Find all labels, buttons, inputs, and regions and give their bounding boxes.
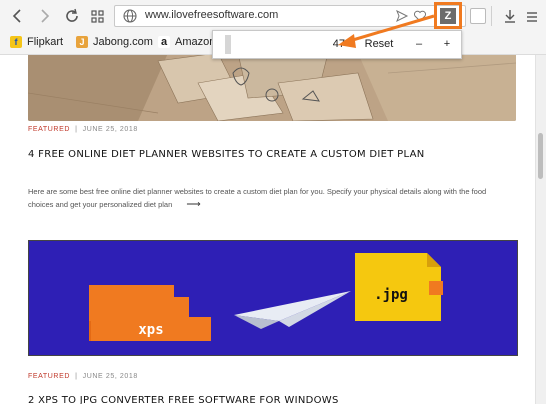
- post-image-xps-jpg[interactable]: xps .jpg: [28, 240, 518, 356]
- bookmark-label: Flipkart: [27, 36, 64, 48]
- jpg-label: .jpg: [374, 287, 408, 303]
- speed-dial-icon[interactable]: [88, 6, 108, 26]
- post-category[interactable]: FEATURED: [28, 126, 70, 133]
- globe-icon[interactable]: [122, 8, 138, 29]
- xps-to-jpg-illustration: xps .jpg: [29, 241, 517, 355]
- meta-separator: |: [72, 373, 83, 380]
- bookmark-label: Amazon: [175, 36, 216, 48]
- page-scrollbar[interactable]: [535, 55, 546, 404]
- excerpt-line-last: choices and get your personalized diet p…: [28, 198, 528, 211]
- read-more-arrow-icon[interactable]: ⟶: [186, 199, 200, 210]
- excerpt-line: choices and get your personalized diet p…: [28, 200, 173, 209]
- flipkart-icon: f: [10, 36, 22, 48]
- zoom-popup-handle: [225, 35, 231, 54]
- annotation-arrow-icon: [338, 14, 435, 48]
- browser-toolbar: www.ilovefreesoftware.com Z: [0, 0, 546, 32]
- post-date: JUNE 25, 2018: [82, 126, 138, 133]
- post-image-diet[interactable]: [28, 55, 516, 121]
- extension-letter: Z: [444, 10, 452, 22]
- jabong-icon: J: [76, 36, 88, 48]
- bookmark-jabong[interactable]: J Jabong.com: [76, 36, 153, 48]
- page-content: FEATURED | JUNE 25, 2018 4 FREE ONLINE D…: [0, 55, 536, 404]
- post-title[interactable]: 4 FREE ONLINE DIET PLANNER WEBSITES TO C…: [28, 149, 425, 160]
- amazon-icon: a: [158, 36, 170, 48]
- post-category[interactable]: FEATURED: [28, 373, 70, 380]
- snapshot-icon[interactable]: [470, 8, 486, 24]
- zoom-extension-icon[interactable]: Z: [440, 8, 456, 24]
- back-icon[interactable]: [8, 6, 28, 26]
- xps-label: xps: [138, 322, 163, 338]
- reload-icon[interactable]: [62, 6, 82, 26]
- post-title[interactable]: 2 XPS TO JPG CONVERTER FREE SOFTWARE FOR…: [28, 395, 339, 404]
- bookmark-label: Jabong.com: [93, 36, 153, 48]
- bookmark-amazon[interactable]: a Amazon: [158, 36, 215, 48]
- post-meta: FEATURED | JUNE 25, 2018: [28, 373, 138, 380]
- scrollbar-thumb[interactable]: [538, 133, 543, 179]
- post-excerpt: Here are some best free online diet plan…: [28, 185, 528, 211]
- bookmark-flipkart[interactable]: f Flipkart: [10, 36, 63, 48]
- url-text[interactable]: www.ilovefreesoftware.com: [145, 9, 278, 21]
- cardboard-illustration: [28, 55, 516, 121]
- post-meta: FEATURED | JUNE 25, 2018: [28, 126, 138, 133]
- url-domain: www.ilovefreesoftware.com: [145, 9, 279, 21]
- toolbar-divider: [491, 6, 492, 26]
- menu-icon[interactable]: [522, 6, 542, 26]
- post-date: JUNE 25, 2018: [82, 373, 138, 380]
- download-icon[interactable]: [500, 6, 520, 26]
- meta-separator: |: [72, 126, 83, 133]
- forward-icon[interactable]: [34, 6, 54, 26]
- excerpt-line: Here are some best free online diet plan…: [28, 187, 487, 196]
